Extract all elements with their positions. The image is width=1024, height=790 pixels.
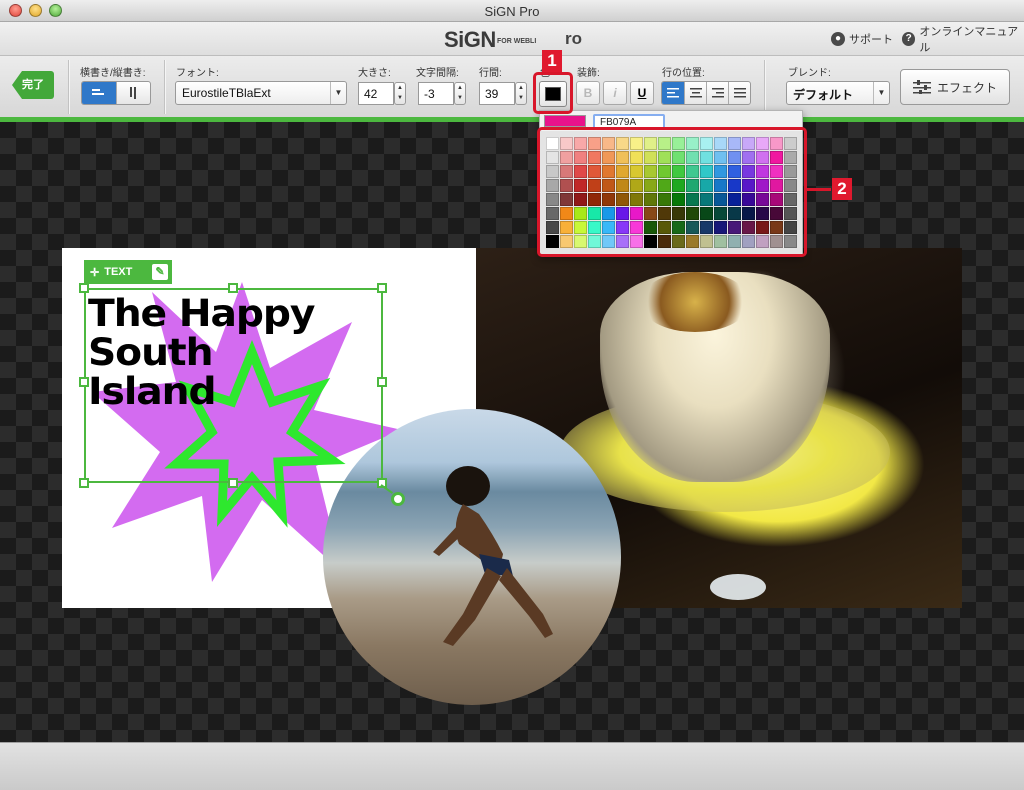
callout-box-1 [533,72,573,114]
underline-button[interactable]: U [630,81,654,105]
orientation-label: 横書き/縦書き: [80,68,146,79]
vertical-lines-icon [129,87,136,99]
line-height-label: 行間: [479,68,502,79]
status-bar [0,742,1024,790]
app-logo-suffix: ro [565,29,582,48]
selection-box [84,288,383,483]
callout-marker-2: 2 [832,178,852,200]
window-title: SiGN Pro [484,4,540,19]
size-label: 大きさ: [358,68,391,79]
orientation-toggle [81,81,151,105]
window-titlebar: SiGN Pro [0,0,1024,22]
toolbar-divider [764,60,765,114]
align-left-icon [667,88,679,98]
resize-handle[interactable] [377,283,387,293]
line-height-input[interactable]: 39 [479,82,515,105]
effect-button[interactable]: エフェクト [900,69,1010,105]
chevron-down-icon: ▼ [330,82,346,104]
bold-button[interactable]: B [576,81,600,105]
chevron-down-icon: ▼ [873,82,889,104]
support-label: サポート [849,34,893,46]
sliders-icon [912,80,931,94]
callout-marker-1: 1 [542,50,562,72]
decoration-label: 装飾: [577,68,600,79]
boy-figure [433,466,553,646]
rotate-handle[interactable] [391,492,405,506]
manual-label: オンラインマニュアル [919,26,1019,54]
alignment-toggle [661,81,751,105]
app-logo-subtitle: FOR WEBLI [497,38,537,45]
help-icon: ? [902,32,916,46]
dessert-topping [640,272,750,332]
horizontal-lines-icon [92,89,104,95]
align-left-button[interactable] [662,82,684,104]
current-color-swatch [544,115,586,127]
blend-value: デフォルト [793,88,854,102]
online-manual-link[interactable]: ? オンラインマニュアル [902,26,1024,54]
text-layer-tag[interactable]: ✛ TEXT ✎ [84,260,172,284]
resize-handle[interactable] [79,283,89,293]
alignment-label: 行の位置: [662,68,705,79]
align-justify-icon [733,88,746,98]
toolbar-divider [164,60,165,114]
move-icon: ✛ [90,266,100,279]
resize-handle[interactable] [228,283,238,293]
font-value: EurostileTBlaExt [182,86,271,100]
logo-mark [710,574,766,600]
align-justify-button[interactable] [728,82,750,104]
italic-button[interactable]: i [603,81,627,105]
blend-label: ブレンド: [788,68,831,79]
editing-canvas[interactable]: ✛ TEXT ✎ The Happy South Island [0,122,1024,742]
horizontal-writing-button[interactable] [82,82,116,104]
app-window: SiGN Pro SiGN FOR WEBLI ro ● サポート ? オンライ… [0,0,1024,790]
align-right-button[interactable] [706,82,728,104]
toolbar-divider [68,60,69,114]
text-tag-label: TEXT [104,266,133,278]
user-icon: ● [831,32,845,46]
resize-handle[interactable] [79,377,89,387]
spacing-input[interactable]: -3 [418,82,454,105]
text-toolbar: 完了 横書き/縦書き: フォント: EurostileTBlaExt ▼ 大きさ… [0,56,1024,118]
line-height-stepper[interactable]: ▲ ▼ [515,82,527,105]
support-link[interactable]: ● サポート [831,31,893,47]
resize-handle[interactable] [377,377,387,387]
app-logo: SiGN [444,27,496,52]
done-button[interactable]: 完了 [12,71,54,99]
blend-select[interactable]: デフォルト ▼ [786,81,890,105]
font-select[interactable]: EurostileTBlaExt ▼ [175,81,347,105]
spacing-stepper[interactable]: ▲ ▼ [454,82,466,105]
font-label: フォント: [176,68,219,79]
callout-box-2 [537,127,807,257]
app-header: SiGN FOR WEBLI ro ● サポート ? オンラインマニュアル [0,22,1024,56]
callout-connector-2 [807,188,831,191]
align-right-icon [711,88,724,98]
vertical-writing-button[interactable] [116,82,150,104]
resize-handle[interactable] [79,478,89,488]
align-center-button[interactable] [684,82,706,104]
resize-handle[interactable] [228,478,238,488]
spacing-label: 文字間隔: [416,68,459,79]
effect-label: エフェクト [936,80,997,95]
size-stepper[interactable]: ▲ ▼ [394,82,406,105]
align-center-icon [689,88,702,98]
size-input[interactable]: 42 [358,82,394,105]
pencil-icon[interactable]: ✎ [152,264,168,280]
